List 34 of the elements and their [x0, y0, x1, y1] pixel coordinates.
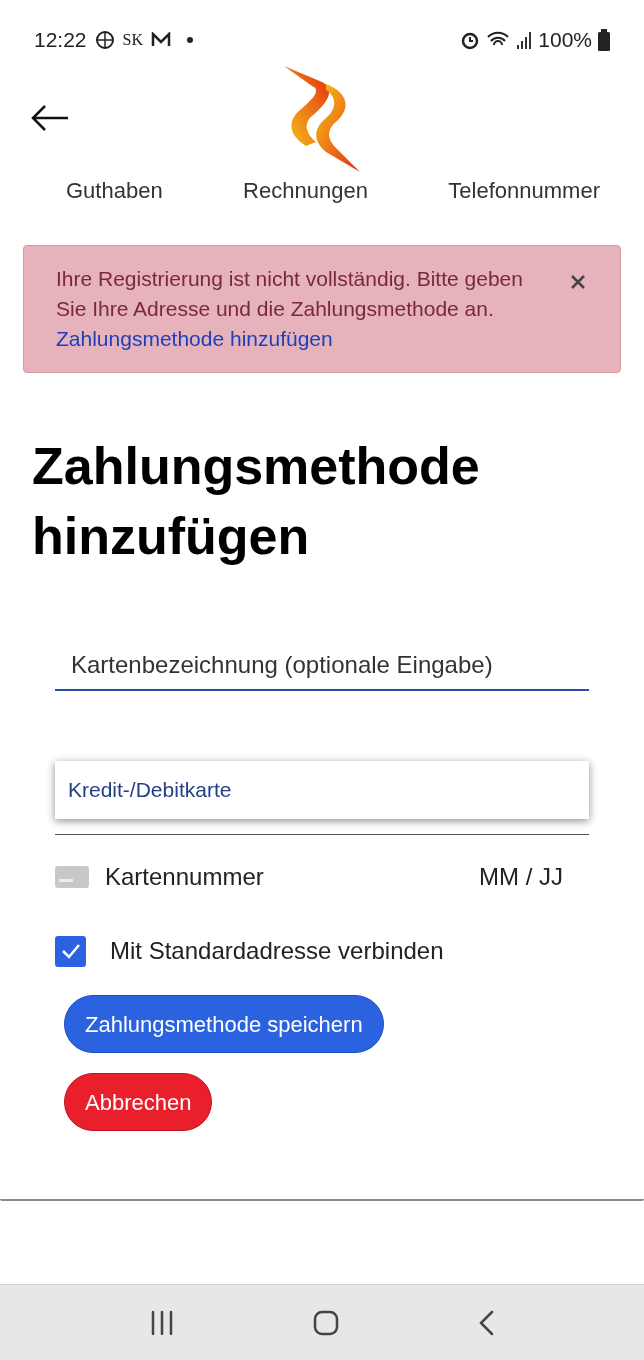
back-chevron-icon [478, 1309, 495, 1336]
default-address-label: Mit Standardadresse verbinden [110, 936, 444, 966]
back-arrow-icon [30, 104, 70, 132]
home-icon [313, 1309, 339, 1336]
dot-icon [187, 37, 193, 43]
mail-icon [151, 32, 171, 48]
back-nav-button[interactable] [478, 1309, 495, 1336]
nav-tab[interactable]: Rechnungen [243, 173, 368, 207]
signal-icon [516, 31, 533, 49]
expiry-input[interactable]: MM / JJ [479, 859, 589, 895]
alert-message: Ihre Registrierung ist nicht vollständig. Bitte geben Sie Ihre Adresse und die Zahlungsmethode an. Zahlungsmethode hinzufügen [56, 266, 524, 352]
alarm-icon [460, 30, 481, 50]
battery-level: 100% [538, 27, 592, 54]
nav-tab[interactable]: Guthaben [66, 173, 163, 207]
status-time: 12:22 [34, 27, 87, 54]
recent-apps-icon [149, 1310, 174, 1335]
add-payment-link[interactable]: Zahlungsmethode hinzufügen [56, 327, 333, 350]
battery-icon [598, 29, 610, 51]
save-button[interactable]: Zahlungsmethode speichern [64, 995, 384, 1053]
globe-icon [94, 30, 115, 50]
page-title: Zahlungsmethode hinzufügen [32, 436, 481, 567]
close-icon [570, 274, 586, 290]
dropdown-option[interactable]: Kredit-/Debitkarte [55, 765, 589, 815]
card-number-input[interactable]: Kartennummer [105, 859, 479, 895]
home-button[interactable] [313, 1309, 339, 1336]
card-label-field[interactable]: Kartenbezeichnung (optionale Eingabe) [55, 641, 589, 691]
recent-apps-button[interactable] [149, 1310, 174, 1335]
cancel-button[interactable]: Abbrechen [64, 1073, 213, 1131]
carrier-label: SK [122, 30, 143, 50]
nav-tab[interactable]: Telefonnummer [448, 173, 600, 207]
card-label-input[interactable]: Kartenbezeichnung (optionale Eingabe) [55, 647, 589, 683]
credit-card-icon [55, 866, 89, 888]
default-address-checkbox[interactable] [55, 935, 86, 967]
check-icon [60, 943, 81, 959]
